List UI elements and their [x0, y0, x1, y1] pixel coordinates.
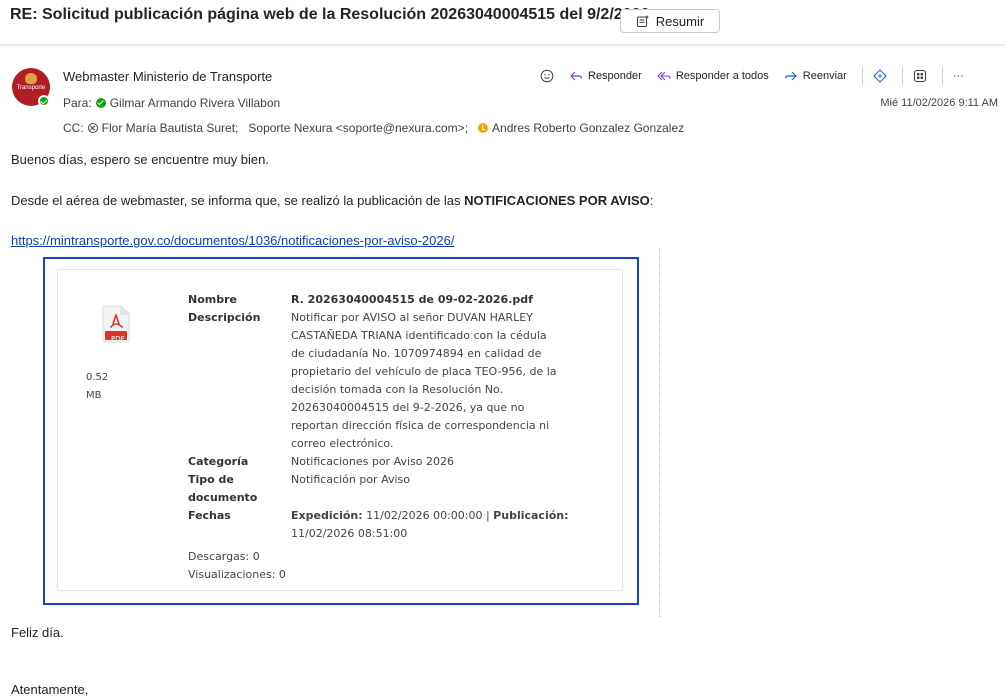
presence-available-icon — [95, 98, 106, 108]
toolbar-divider — [901, 67, 903, 85]
cc-line: CC: Flor María Bautista Suret; Soporte N… — [63, 121, 684, 135]
apps-grid-icon — [913, 70, 926, 82]
descripcion-line: decisión tomada con la Resolución No. — [291, 383, 504, 396]
tipo-value: Notificación por Aviso — [291, 473, 410, 486]
dotted-divider — [659, 248, 660, 617]
pdf-badge-label: PDF — [111, 335, 125, 343]
file-size-value: 0.52 — [86, 372, 109, 383]
cc-recipient-1[interactable]: Flor María Bautista Suret; — [102, 121, 239, 135]
descripcion-line: de ciudadanía No. 1070974894 en calidad … — [291, 347, 542, 360]
tipo-label: Tipo de — [188, 473, 234, 486]
message-actions: Responder Responder a todos Reenviar ··· — [540, 66, 979, 86]
presence-away-icon — [478, 123, 489, 133]
closing-text: Feliz día. — [11, 625, 64, 640]
to-recipient[interactable]: Gilmar Armando Rivera Villabon — [110, 96, 281, 110]
descripcion-line: 20263040004515 del 9-2-2026, ya que no — [291, 401, 525, 414]
descripcion-line: reportan dirección física de corresponde… — [291, 419, 550, 432]
descripcion-line: CASTAÑEDA TRIANA identificado con la céd… — [291, 329, 547, 342]
document-card: PDF 0.52 MB Nombre R. 20263040004515 de … — [57, 269, 623, 591]
expedicion-value: 11/02/2026 00:00:00 | — [362, 509, 490, 522]
toolbar-divider — [861, 67, 863, 85]
reply-button[interactable]: Responder — [569, 69, 642, 83]
forward-icon — [784, 71, 797, 81]
forward-label: Reenviar — [802, 70, 847, 82]
cc-label: CC: — [63, 121, 84, 135]
email-reading-pane: RE: Solicitud publicación página web de … — [0, 0, 1006, 696]
apps-button[interactable] — [913, 69, 927, 83]
reply-all-button[interactable]: Responder a todos — [657, 69, 769, 83]
intro-text: Desde el aérea de webmaster, se informa … — [11, 193, 465, 208]
presence-offline-icon — [87, 123, 98, 133]
descripcion-label: Descripción — [188, 311, 261, 324]
toolbar-divider — [941, 67, 943, 85]
embedded-document-screenshot: PDF 0.52 MB Nombre R. 20263040004515 de … — [43, 257, 639, 605]
descripcion-line: propietario del vehículo de placa TEO-95… — [291, 365, 557, 378]
presence-available-icon — [38, 95, 50, 107]
summarize-button[interactable]: Resumir — [620, 9, 720, 33]
fechas-expedicion: Expedición: 11/02/2026 00:00:00 | Public… — [291, 509, 569, 522]
reactions-button[interactable] — [540, 69, 554, 83]
subject-bar: RE: Solicitud publicación página web de … — [0, 0, 1006, 45]
reply-label: Responder — [588, 70, 642, 82]
summarize-icon — [636, 15, 649, 28]
fechas-label: Fechas — [188, 509, 231, 522]
smiley-icon — [540, 69, 554, 83]
to-label: Para: — [63, 96, 92, 110]
greeting-text: Buenos días, espero se encuentre muy bie… — [11, 152, 269, 167]
tipo-label-cont: documento — [188, 491, 258, 504]
reply-icon — [570, 71, 583, 81]
sender-name[interactable]: Webmaster Ministerio de Transporte — [63, 69, 272, 84]
summarize-label: Resumir — [655, 13, 705, 29]
loop-icon — [872, 69, 887, 83]
reply-all-icon — [657, 71, 671, 81]
received-date: Mié 11/02/2026 9:11 AM — [880, 97, 998, 109]
categoria-value: Notificaciones por Aviso 2026 — [291, 455, 454, 468]
forward-button[interactable]: Reenviar — [784, 69, 847, 83]
more-actions-button[interactable]: ··· — [953, 70, 964, 82]
reply-all-label: Responder a todos — [675, 70, 769, 82]
loop-button[interactable] — [872, 69, 887, 83]
publication-link[interactable]: https://mintransporte.gov.co/documentos/… — [11, 233, 454, 248]
nombre-label: Nombre — [188, 293, 237, 306]
crest-icon — [25, 73, 37, 84]
email-subject: RE: Solicitud publicación página web de … — [10, 6, 650, 23]
descripcion-line: Notificar por AVISO al señor DUVAN HARLE… — [291, 311, 533, 324]
publicacion-value: 11/02/2026 08:51:00 — [291, 527, 408, 540]
visualizaciones-count: Visualizaciones: 0 — [188, 568, 286, 581]
more-icon: ··· — [952, 70, 964, 82]
descripcion-line: correo electrónico. — [291, 437, 394, 450]
intro-bold-text: NOTIFICACIONES POR AVISO — [464, 193, 650, 208]
publicacion-label: Publicación: — [493, 509, 569, 522]
expedicion-label: Expedición: — [291, 509, 363, 522]
file-size-unit: MB — [86, 390, 102, 401]
avatar-logo-text: Transporte — [16, 85, 46, 91]
to-line: Para: Gilmar Armando Rivera Villabon — [63, 96, 280, 110]
descargas-count: Descargas: 0 — [188, 550, 260, 563]
categoria-label: Categoría — [188, 455, 249, 468]
intro-paragraph: Desde el aérea de webmaster, se informa … — [11, 193, 653, 208]
signoff-text: Atentamente, — [11, 682, 89, 696]
cc-recipient-3[interactable]: Andres Roberto Gonzalez Gonzalez — [492, 121, 684, 135]
nombre-value: R. 20263040004515 de 09-02-2026.pdf — [291, 293, 533, 306]
intro-colon: : — [649, 193, 654, 208]
cc-recipient-2[interactable]: Soporte Nexura <soporte@nexura.com>; — [248, 121, 468, 135]
